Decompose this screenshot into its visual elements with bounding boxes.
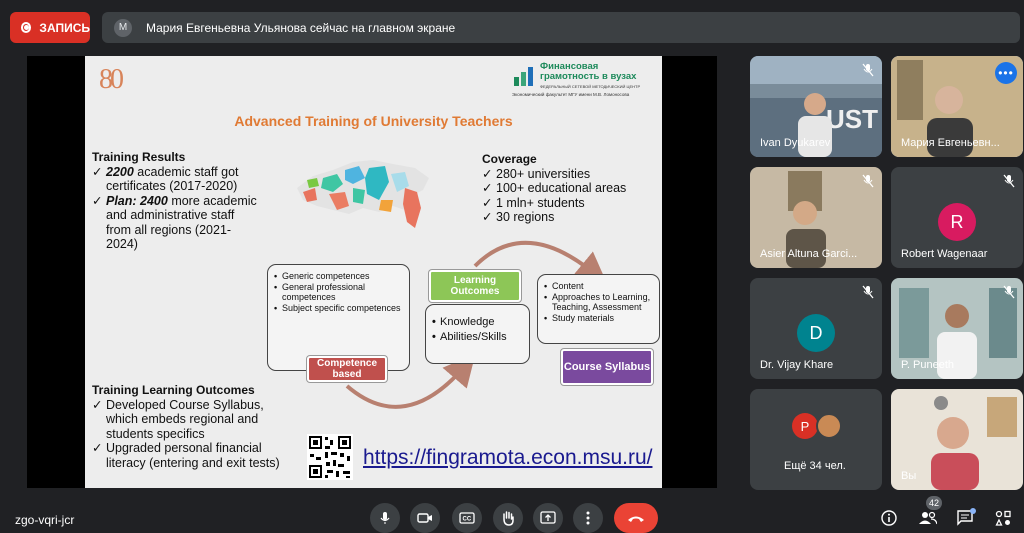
muted-mic-icon [1003, 285, 1015, 299]
record-icon [21, 22, 32, 33]
present-icon [540, 511, 556, 524]
learning-outcomes-label: Learning Outcomes [429, 270, 521, 302]
more-vert-icon [586, 511, 590, 525]
muted-mic-icon [862, 174, 874, 188]
participant-name: Dr. Vijay Khare [760, 359, 834, 371]
hang-up-icon [628, 516, 644, 522]
activities-button[interactable] [992, 508, 1014, 528]
participant-avatar: R [938, 203, 976, 241]
muted-mic-icon [862, 285, 874, 299]
info-icon [881, 510, 897, 526]
camera-icon [417, 513, 432, 523]
people-button[interactable] [917, 508, 939, 528]
meeting-details-button[interactable] [878, 508, 900, 528]
people-icon [919, 511, 937, 525]
recording-label: ЗАПИСЬ [39, 20, 90, 35]
course-syllabus-label: Course Syllabus [561, 349, 653, 385]
participant-name: Мария Евгеньевн... [901, 137, 1000, 149]
knowledge-box: • Knowledge • Abilities/Skills [425, 304, 530, 364]
presenter-notice-text: Мария Евгеньевна Ульянова сейчас на глав… [146, 20, 456, 35]
shared-slide: 80 Финансовая грамотность в вузах ФЕДЕРАЛ… [85, 56, 662, 488]
qr-code [307, 434, 353, 480]
participant-tile[interactable]: P. Puneeth [891, 278, 1023, 379]
unread-dot [970, 508, 976, 514]
participant-name: Ivan Dyukarev [760, 137, 831, 149]
meeting-code: zgo-vqri-jcr [15, 513, 75, 527]
activities-icon [995, 510, 1011, 526]
more-participants-tile[interactable]: P Ещё 34 чел. [750, 389, 882, 490]
captions-icon: CC [459, 512, 475, 524]
muted-mic-icon [862, 63, 874, 77]
presenter-avatar: М [114, 18, 132, 37]
participant-avatar: P [792, 413, 818, 439]
more-participants-label: Ещё 34 чел. [784, 460, 846, 472]
training-outcomes: Training Learning Outcomes ✓ Developed Co… [92, 383, 280, 470]
participant-tile[interactable]: Asier Altuna Garci... [750, 167, 882, 268]
participant-avatar-photo [816, 413, 842, 439]
presenter-notice: М Мария Евгеньевна Ульянова сейчас на гл… [102, 12, 1020, 43]
participant-avatar: D [797, 314, 835, 352]
participant-tile[interactable]: ••• Мария Евгеньевн... [891, 56, 1023, 157]
hand-icon [503, 511, 514, 526]
chat-button[interactable] [954, 508, 976, 528]
mic-icon [380, 512, 390, 524]
participant-tile[interactable]: UST Ivan Dyukarev [750, 56, 882, 157]
content-box: • Content • Approaches to Learning, Teachi… [537, 274, 660, 344]
participant-tile[interactable]: D Dr. Vijay Khare [750, 278, 882, 379]
svg-text:CC: CC [463, 517, 472, 523]
self-tile[interactable]: Вы [891, 389, 1023, 490]
recording-indicator[interactable]: ЗАПИСЬ [10, 12, 90, 43]
participant-tile[interactable]: R Robert Wagenaar [891, 167, 1023, 268]
participant-name: P. Puneeth [901, 359, 955, 371]
more-options-icon[interactable]: ••• [995, 62, 1017, 84]
svg-text:UST: UST [826, 104, 878, 134]
website-link[interactable]: https://fingramota.econ.msu.ru/ [363, 446, 652, 470]
competence-based-label: Competence based [307, 356, 387, 382]
competences-box: • Generic competences • General profession… [267, 264, 410, 371]
participant-name: Вы [901, 470, 917, 482]
muted-mic-icon [1003, 174, 1015, 188]
participant-name: Robert Wagenaar [901, 248, 988, 260]
participant-name: Asier Altuna Garci... [760, 248, 858, 260]
